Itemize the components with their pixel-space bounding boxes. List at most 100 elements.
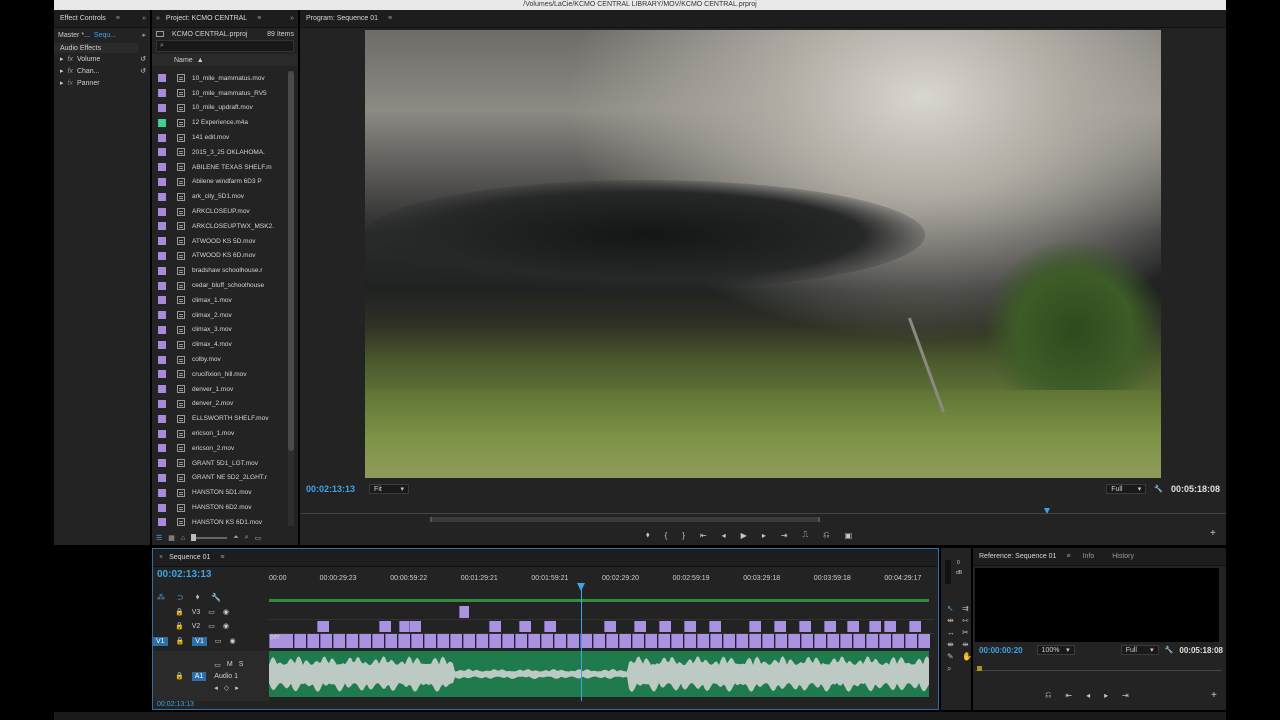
label-color-swatch[interactable] bbox=[158, 74, 166, 83]
tab-sequence[interactable]: Sequence 01 bbox=[163, 554, 216, 561]
label-color-swatch[interactable] bbox=[158, 518, 166, 527]
list-item[interactable]: ELLSWORTH SHELF.mov bbox=[152, 411, 286, 426]
video-clip[interactable] bbox=[799, 621, 811, 632]
list-item[interactable]: ark_city_5D1.mov bbox=[152, 189, 286, 204]
panel-menu-icon[interactable]: ≡ bbox=[220, 554, 224, 561]
reference-video-frame[interactable] bbox=[975, 568, 1219, 642]
panel-menu-icon[interactable]: ≡ bbox=[1066, 553, 1070, 560]
list-item[interactable]: GRANT 5D1_LGT.mov bbox=[152, 456, 286, 471]
new-bin-icon[interactable]: ▭ bbox=[255, 534, 262, 542]
work-area-bar[interactable] bbox=[269, 599, 929, 602]
track-area[interactable]: per bbox=[269, 605, 934, 701]
video-clip[interactable] bbox=[489, 621, 501, 632]
list-item[interactable]: 2015_3_25 OKLAHOMA. bbox=[152, 145, 286, 160]
label-color-swatch[interactable] bbox=[158, 444, 166, 453]
video-clip[interactable] bbox=[884, 621, 896, 632]
zoom-dropdown[interactable]: 100% ▾ bbox=[1036, 645, 1075, 655]
video-clip[interactable] bbox=[541, 634, 553, 648]
list-item[interactable]: HANSTON KS 6D1.mov bbox=[152, 515, 286, 530]
sync-icon[interactable]: ▭ bbox=[215, 637, 222, 645]
video-clip[interactable] bbox=[634, 621, 646, 632]
keyframe-prev-icon[interactable]: ◂ bbox=[214, 684, 218, 692]
video-clip[interactable] bbox=[659, 621, 671, 632]
list-item[interactable]: bradshaw schoolhouse.r bbox=[152, 263, 286, 278]
list-item[interactable]: HANSTON 5D1.mov bbox=[152, 485, 286, 500]
reference-timecode[interactable]: 00:00:00:20 bbox=[979, 646, 1023, 655]
video-clip[interactable] bbox=[824, 621, 836, 632]
video-clip[interactable] bbox=[346, 634, 358, 648]
list-item[interactable]: 10_mile_mammatus.mov bbox=[152, 71, 286, 86]
label-color-swatch[interactable] bbox=[158, 503, 166, 512]
go-to-out-icon[interactable]: ⇥ bbox=[781, 531, 788, 540]
linked-selection-icon[interactable]: ⊃ bbox=[177, 593, 184, 602]
label-color-swatch[interactable] bbox=[158, 459, 166, 468]
go-to-in-icon[interactable]: ⇤ bbox=[1065, 691, 1072, 700]
video-clip[interactable] bbox=[723, 634, 735, 648]
effect-row-panner[interactable]: ▸ fx Panner bbox=[54, 77, 138, 89]
video-clip[interactable] bbox=[411, 634, 423, 648]
video-clip[interactable] bbox=[567, 634, 579, 648]
expand-panels-icon[interactable]: » bbox=[290, 15, 294, 22]
label-color-swatch[interactable] bbox=[158, 89, 166, 98]
video-clip[interactable] bbox=[398, 634, 410, 648]
effect-row-channel[interactable]: ▸ fx Chan... ↺ bbox=[54, 65, 146, 77]
effect-row-volume[interactable]: ▸ fx Volume ↺ bbox=[54, 53, 146, 65]
step-back-icon[interactable]: ◂ bbox=[1086, 691, 1090, 700]
step-forward-icon[interactable]: ▸ bbox=[762, 531, 766, 540]
video-clip[interactable] bbox=[840, 634, 852, 648]
video-clip[interactable] bbox=[671, 634, 683, 648]
wrench-icon[interactable]: 🔧 bbox=[211, 593, 221, 602]
panel-menu-icon[interactable]: ≡ bbox=[116, 15, 120, 22]
freeform-view-icon[interactable]: ⌂ bbox=[181, 535, 185, 542]
video-clip[interactable] bbox=[749, 634, 761, 648]
timeline-scrollbar[interactable]: 00:02:13:13 bbox=[157, 699, 937, 709]
video-clip[interactable] bbox=[775, 634, 787, 648]
video-clip[interactable] bbox=[424, 634, 436, 648]
list-item[interactable]: climax_4.mov bbox=[152, 337, 286, 352]
label-color-swatch[interactable] bbox=[158, 251, 166, 260]
list-item[interactable]: colby.mov bbox=[152, 352, 286, 367]
zoom-slider[interactable] bbox=[191, 534, 228, 541]
label-color-swatch[interactable] bbox=[158, 355, 166, 364]
list-item[interactable]: 10_mile_updraft.mov bbox=[152, 101, 286, 116]
label-color-swatch[interactable] bbox=[158, 148, 166, 157]
list-item[interactable]: ATWOOD KS 6D.mov bbox=[152, 249, 286, 264]
disclosure-triangle-icon[interactable]: ▸ bbox=[60, 55, 64, 63]
disclosure-triangle-icon[interactable]: ▸ bbox=[60, 67, 64, 75]
tab-reference[interactable]: Reference: Sequence 01 bbox=[973, 553, 1062, 560]
reference-quality-dropdown[interactable]: Full ▾ bbox=[1120, 645, 1159, 655]
reference-playhead-icon[interactable] bbox=[977, 666, 982, 671]
list-item[interactable]: climax_1.mov bbox=[152, 293, 286, 308]
list-item[interactable]: ABILENE TEXAS SHELF.m bbox=[152, 160, 286, 175]
tab-info[interactable]: Info bbox=[1077, 553, 1101, 560]
slip-icon[interactable]: ⇼ bbox=[947, 640, 959, 649]
fx-icon[interactable]: fx bbox=[68, 56, 73, 63]
extract-icon[interactable]: ⎌ bbox=[823, 530, 829, 540]
label-color-swatch[interactable] bbox=[158, 207, 166, 216]
zoom-icon[interactable]: ⌕ bbox=[947, 664, 959, 674]
label-color-swatch[interactable] bbox=[158, 414, 166, 423]
video-clip[interactable] bbox=[801, 634, 813, 648]
video-clip[interactable] bbox=[320, 634, 332, 648]
sync-icon[interactable]: ▭ bbox=[214, 661, 221, 669]
list-item[interactable]: ericson_1.mov bbox=[152, 426, 286, 441]
fit-dropdown[interactable]: Fit ▾ bbox=[369, 484, 410, 494]
project-search-input[interactable]: ⌕ bbox=[156, 40, 294, 52]
video-clip[interactable] bbox=[869, 621, 881, 632]
add-button-icon[interactable]: + bbox=[1211, 690, 1217, 701]
video-clip[interactable] bbox=[774, 621, 786, 632]
video-clip[interactable] bbox=[762, 634, 774, 648]
sequence-clip-selector[interactable]: Sequ... bbox=[94, 32, 116, 39]
tab-history[interactable]: History bbox=[1106, 553, 1140, 560]
wrench-icon[interactable]: 🔧 bbox=[1165, 646, 1174, 654]
tab-effect-controls[interactable]: Effect Controls bbox=[54, 15, 112, 22]
video-clip[interactable] bbox=[827, 634, 839, 648]
video-clip[interactable] bbox=[489, 634, 501, 648]
label-color-swatch[interactable] bbox=[158, 192, 166, 201]
tab-project[interactable]: Project: KCMO CENTRAL bbox=[160, 15, 253, 22]
list-item[interactable]: crucifixion_hill.mov bbox=[152, 367, 286, 382]
go-to-out-icon[interactable]: ⇥ bbox=[1122, 691, 1129, 700]
add-marker-icon[interactable]: ⬧ bbox=[646, 530, 650, 540]
add-button-icon[interactable]: + bbox=[1210, 528, 1216, 539]
reference-scrubber[interactable] bbox=[973, 666, 1226, 676]
